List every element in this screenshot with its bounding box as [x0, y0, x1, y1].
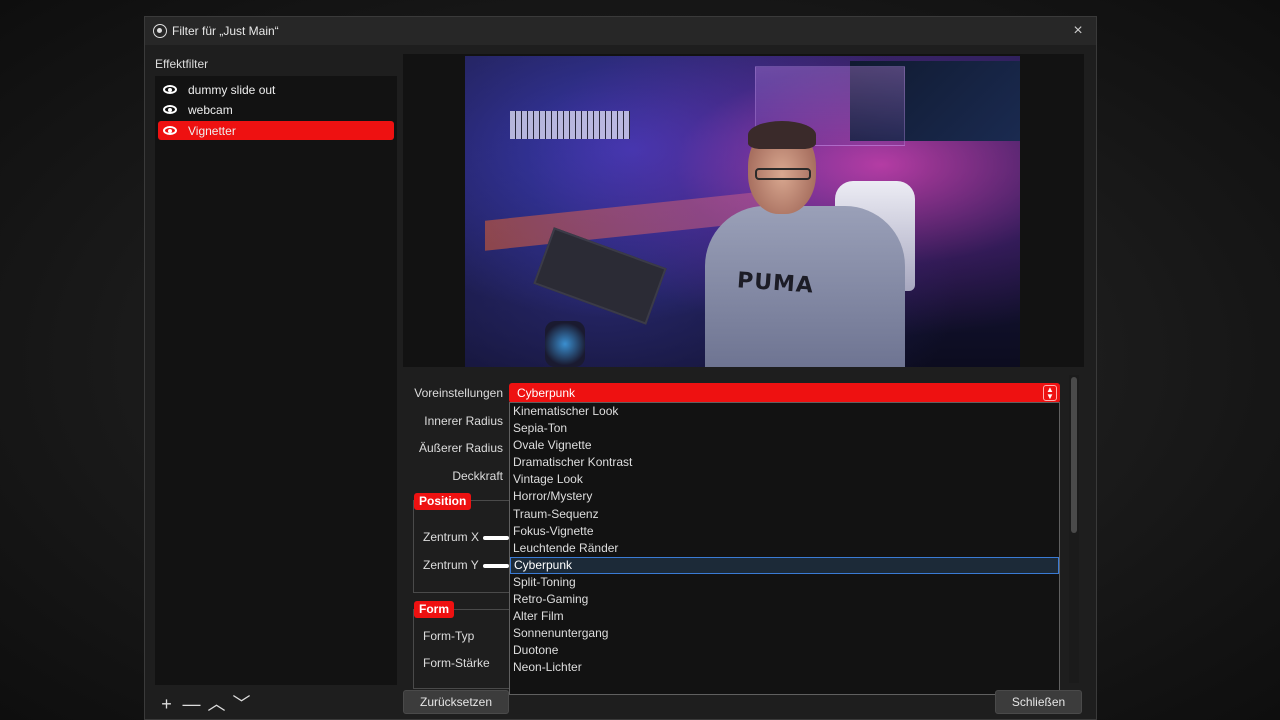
preset-dropdown-list: Kinematischer Look Sepia-Ton Ovale Vignett… — [509, 402, 1060, 695]
preset-option[interactable]: Traum-Sequenz — [510, 506, 1059, 523]
close-button[interactable]: Schließen — [995, 690, 1082, 714]
form-type-label: Form-Typ — [423, 629, 475, 643]
properties-scrollbar[interactable] — [1069, 375, 1079, 683]
obs-logo-icon — [153, 24, 167, 38]
hoodie-brand-text: PUMA — [736, 268, 815, 299]
move-down-icon[interactable]: ﹀ — [232, 695, 251, 714]
filter-item-label: Vignetter — [188, 123, 236, 138]
visibility-eye-icon[interactable] — [163, 126, 177, 135]
filter-item-vignetter[interactable]: Vignetter — [158, 121, 394, 140]
preset-option[interactable]: Sonnenuntergang — [510, 625, 1059, 642]
preset-select[interactable]: Cyberpunk ▲ ▼ — [509, 383, 1060, 403]
preset-option[interactable]: Cyberpunk — [510, 556, 1059, 574]
window-title: Filter für „Just Main“ — [172, 24, 279, 38]
inner-radius-label: Innerer Radius — [424, 414, 503, 428]
filter-item-dummy-slide-out[interactable]: dummy slide out — [158, 80, 394, 99]
webcam-preview-image: PUMA — [465, 56, 1020, 367]
filter-toolbar: + — ︿ ﹀ — [157, 695, 251, 714]
preset-option[interactable]: Neon-Lichter — [510, 659, 1059, 676]
reset-button[interactable]: Zurücksetzen — [403, 690, 509, 714]
preset-option[interactable]: Retro-Gaming — [510, 591, 1059, 608]
filter-item-webcam[interactable]: webcam — [158, 100, 394, 119]
form-strength-label: Form-Stärke — [423, 656, 490, 670]
preview-area: PUMA — [403, 54, 1084, 367]
remove-filter-icon[interactable]: — — [182, 695, 201, 714]
form-group-title: Form — [414, 601, 454, 618]
position-group-title: Position — [414, 493, 472, 510]
scrollbar-thumb[interactable] — [1071, 377, 1077, 533]
preset-option[interactable]: Fokus-Vignette — [510, 523, 1059, 540]
close-icon[interactable]: × — [1068, 21, 1088, 41]
move-up-icon[interactable]: ︿ — [207, 695, 226, 714]
center-x-slider[interactable] — [483, 536, 509, 540]
opacity-label: Deckkraft — [452, 469, 503, 483]
preset-option[interactable]: Horror/Mystery — [510, 488, 1059, 505]
preset-label: Voreinstellungen — [414, 386, 503, 400]
visibility-eye-icon[interactable] — [163, 85, 177, 94]
updown-arrows-icon: ▲ ▼ — [1043, 385, 1057, 401]
center-y-label: Zentrum Y — [423, 558, 479, 572]
preset-option[interactable]: Kinematischer Look — [510, 403, 1059, 420]
filter-item-label: dummy slide out — [188, 82, 276, 97]
filter-item-label: webcam — [188, 102, 233, 117]
preset-option[interactable]: Leuchtende Ränder — [510, 540, 1059, 557]
position-group — [413, 500, 513, 593]
preset-option[interactable]: Ovale Vignette — [510, 437, 1059, 454]
effect-filters-label: Effektfilter — [155, 57, 209, 71]
center-x-label: Zentrum X — [423, 530, 480, 544]
filter-dialog: Filter für „Just Main“ × Effektfilter du… — [144, 16, 1097, 720]
visibility-eye-icon[interactable] — [163, 105, 177, 114]
outer-radius-label: Äußerer Radius — [418, 441, 503, 455]
effect-filter-list: dummy slide out webcam Vignetter — [154, 75, 398, 686]
preset-option[interactable]: Duotone — [510, 642, 1059, 659]
preset-option[interactable]: Alter Film — [510, 608, 1059, 625]
preset-option[interactable]: Vintage Look — [510, 471, 1059, 488]
form-group — [413, 609, 513, 689]
center-y-slider[interactable] — [483, 564, 509, 568]
preset-option[interactable]: Dramatischer Kontrast — [510, 454, 1059, 471]
preset-selected-value: Cyberpunk — [517, 386, 576, 400]
title-bar: Filter für „Just Main“ × — [145, 17, 1096, 45]
add-filter-icon[interactable]: + — [157, 695, 176, 714]
preset-option[interactable]: Split-Toning — [510, 574, 1059, 591]
preset-option[interactable]: Sepia-Ton — [510, 420, 1059, 437]
